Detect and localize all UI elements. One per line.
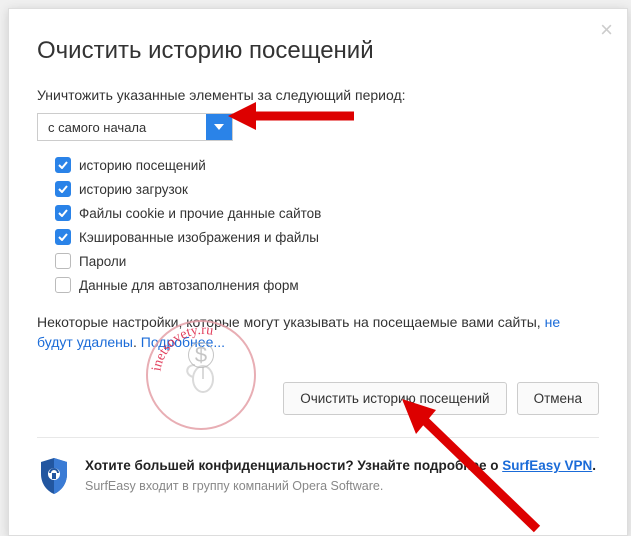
checkbox-row: Данные для автозаполнения форм xyxy=(55,277,599,293)
period-select-value: с самого начала xyxy=(38,120,206,135)
clear-history-dialog: × Очистить историю посещений Уничтожить … xyxy=(8,8,628,536)
checkbox-label: Пароли xyxy=(79,254,126,269)
note-sep: . xyxy=(133,334,141,350)
checkbox-cache[interactable] xyxy=(55,229,71,245)
checkbox-label: историю загрузок xyxy=(79,182,188,197)
cancel-button[interactable]: Отмена xyxy=(517,382,599,415)
checkbox-row: Файлы cookie и прочие данные сайтов xyxy=(55,205,599,221)
checkbox-row: Кэшированные изображения и файлы xyxy=(55,229,599,245)
checkbox-cookies[interactable] xyxy=(55,205,71,221)
clear-history-button[interactable]: Очистить историю посещений xyxy=(283,382,506,415)
shield-icon xyxy=(37,456,71,496)
close-icon[interactable]: × xyxy=(600,19,613,41)
period-label: Уничтожить указанные элементы за следующ… xyxy=(37,87,599,103)
note-text: Некоторые настройки, которые могут указы… xyxy=(37,313,599,352)
checkbox-label: Файлы cookie и прочие данные сайтов xyxy=(79,206,321,221)
dialog-title: Очистить историю посещений xyxy=(37,37,599,65)
checkbox-autofill[interactable] xyxy=(55,277,71,293)
checkbox-history[interactable] xyxy=(55,157,71,173)
checkbox-label: Данные для автозаполнения форм xyxy=(79,278,299,293)
surfeasy-vpn-link[interactable]: SurfEasy VPN xyxy=(502,458,592,473)
button-row: Очистить историю посещений Отмена xyxy=(37,382,599,438)
footer-line2: SurfEasy входит в группу компаний Opera … xyxy=(85,479,383,493)
period-select[interactable]: с самого начала xyxy=(37,113,233,141)
footer: Хотите большей конфиденциальности? Узнай… xyxy=(37,438,599,517)
footer-line1: Хотите большей конфиденциальности? Узнай… xyxy=(85,458,596,473)
checkbox-row: историю загрузок xyxy=(55,181,599,197)
chevron-down-icon xyxy=(206,114,232,140)
checkbox-row: Пароли xyxy=(55,253,599,269)
checkbox-list: историю посещений историю загрузок Файлы… xyxy=(55,157,599,293)
checkbox-row: историю посещений xyxy=(55,157,599,173)
footer-text: Хотите большей конфиденциальности? Узнай… xyxy=(85,456,596,497)
note-static: Некоторые настройки, которые могут указы… xyxy=(37,314,545,330)
checkbox-label: Кэшированные изображения и файлы xyxy=(79,230,319,245)
checkbox-label: историю посещений xyxy=(79,158,206,173)
note-link-more[interactable]: Подробнее... xyxy=(141,334,225,350)
checkbox-passwords[interactable] xyxy=(55,253,71,269)
checkbox-downloads[interactable] xyxy=(55,181,71,197)
